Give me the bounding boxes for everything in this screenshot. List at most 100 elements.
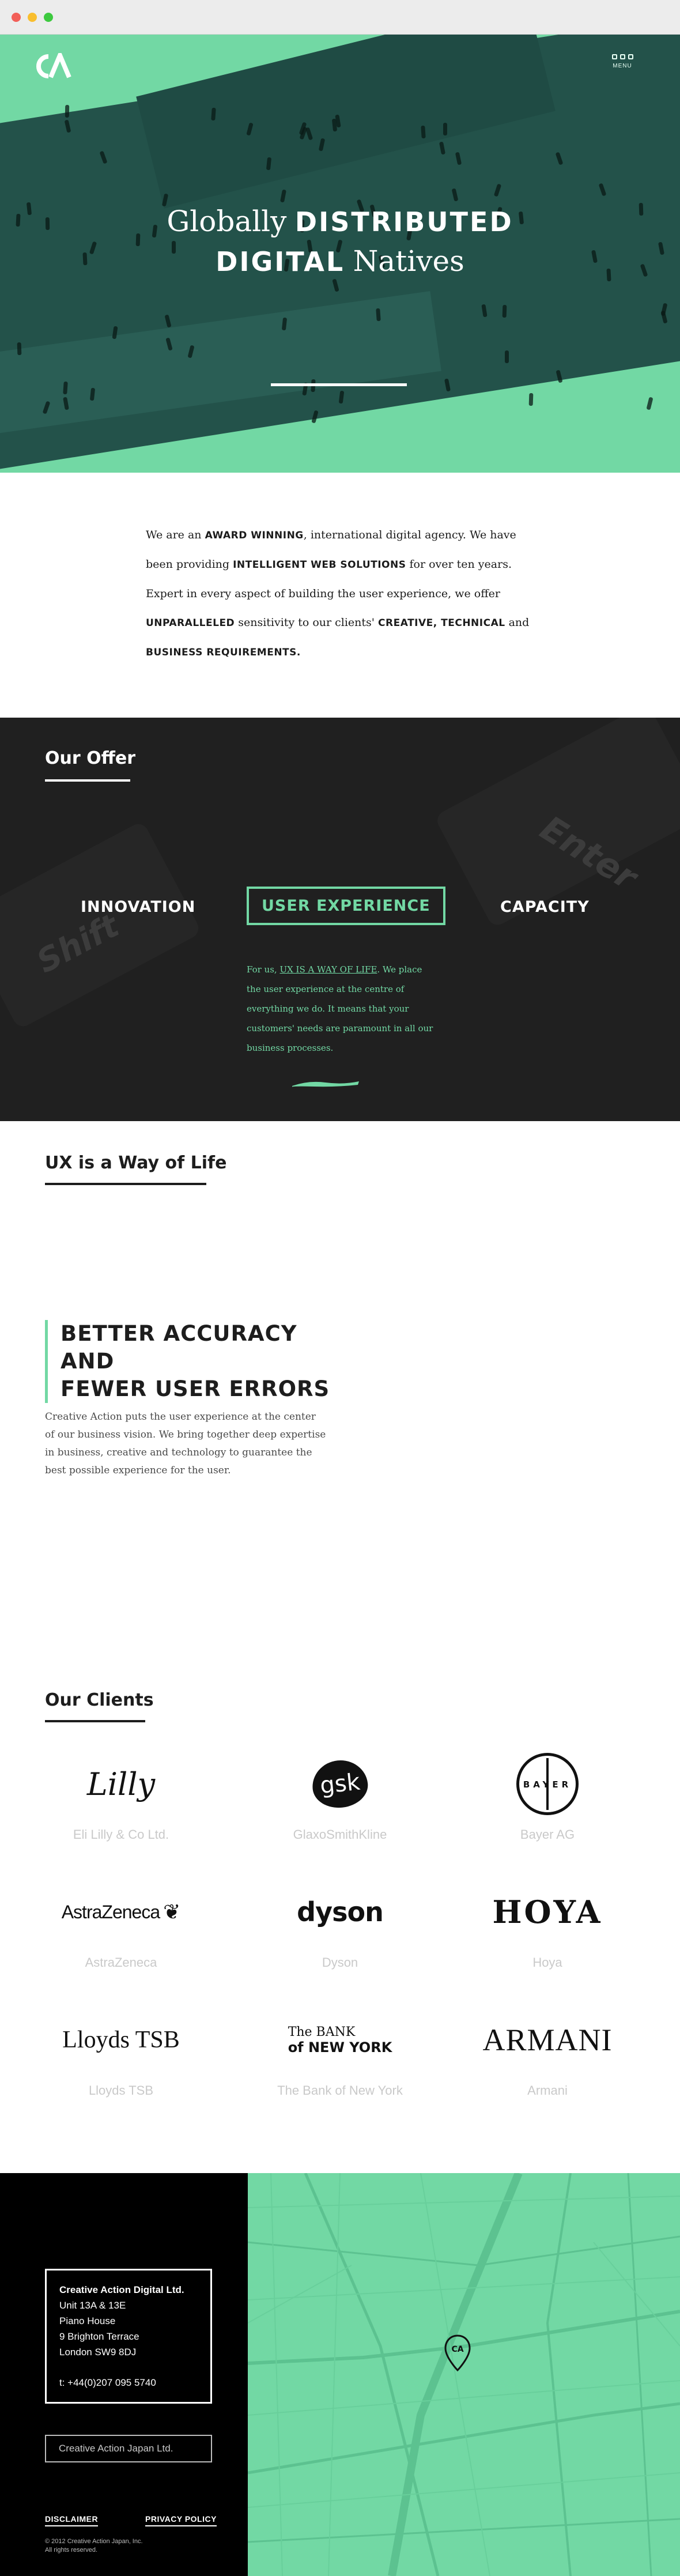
phone-number[interactable]: t: +44(0)207 095 5740	[59, 2375, 198, 2390]
intro-text: We are an	[146, 529, 205, 541]
bank-of-new-york-logo: The BANK of NEW YORK	[231, 2008, 449, 2072]
client-bayer: BAYER Bayer AG	[438, 1752, 657, 1842]
privacy-policy-link[interactable]: PRIVACY POLICY	[145, 2514, 217, 2526]
dyson-logo: dyson	[231, 1880, 449, 1944]
intro-highlight: AWARD WINNING	[205, 530, 304, 541]
ux-heading-block: BETTER ACCURACY AND FEWER USER ERRORS	[45, 1320, 345, 1403]
hero-title-word: DIGITAL	[216, 246, 345, 277]
intro-highlight: BUSINESS REQUIREMENTS.	[146, 647, 301, 658]
ux-heading-line: FEWER USER ERRORS	[61, 1376, 330, 1401]
ux-way-of-life-link[interactable]: UX IS A WAY OF LIFE	[279, 964, 377, 975]
client-name: Lloyds TSB	[88, 2083, 154, 2098]
astrazeneca-swirl-icon: ❦	[163, 1900, 181, 1923]
astrazeneca-logo-text: AstraZeneca	[61, 1901, 160, 1922]
clients-title: Our Clients	[45, 1690, 154, 1710]
close-window-icon[interactable]	[12, 13, 21, 22]
maximize-window-icon[interactable]	[44, 13, 53, 22]
crowd-figure	[421, 125, 426, 139]
armani-logo: ARMANI	[438, 2008, 657, 2072]
menu-icon	[610, 54, 635, 59]
offer-description: For us, UX IS A WAY OF LIFE. We place th…	[247, 960, 437, 1058]
intro-text: and	[505, 616, 530, 629]
hero-title: Globally DISTRIBUTED DIGITAL Natives	[0, 202, 680, 281]
ux-description: Creative Action puts the user experience…	[45, 1411, 326, 1476]
client-eli-lilly: Lilly Eli Lilly & Co Ltd.	[12, 1752, 231, 1842]
hero-title-word: DISTRIBUTED	[294, 206, 513, 237]
armani-logo-text: ARMANI	[482, 2023, 613, 2057]
address-line: London SW9 8DJ	[59, 2347, 137, 2358]
client-hoya: HOYA Hoya	[438, 1880, 657, 1970]
map-streets	[248, 2173, 680, 2576]
tab-innovation[interactable]: INNOVATION	[81, 898, 195, 916]
client-dyson: dyson Dyson	[231, 1880, 449, 1970]
client-lloyds-tsb: Lloyds TSB Lloyds TSB	[12, 2008, 231, 2098]
bank-of-new-york-logo-text: of NEW YORK	[288, 2039, 392, 2055]
ux-title-underline	[45, 1183, 206, 1185]
client-name: Bayer AG	[520, 1827, 575, 1842]
creative-action-logo[interactable]	[32, 53, 73, 80]
offer-description-text: . We place the user experience at the ce…	[247, 964, 433, 1053]
menu-button[interactable]: MENU	[610, 54, 635, 74]
eli-lilly-logo-text: Lilly	[86, 1766, 156, 1802]
client-name: Eli Lilly & Co Ltd.	[73, 1827, 169, 1842]
address-line: 9 Brighton Terrace	[59, 2331, 139, 2342]
intro-highlight: INTELLIGENT WEB SOLUTIONS	[233, 559, 406, 571]
disclaimer-link[interactable]: DISCLAIMER	[45, 2514, 99, 2526]
astrazeneca-logo: AstraZeneca ❦	[12, 1880, 231, 1944]
company-name: Creative Action Digital Ltd.	[59, 2284, 184, 2295]
client-name: Hoya	[532, 1955, 562, 1970]
crowd-figure	[528, 393, 534, 406]
offer-title: Our Offer	[45, 748, 136, 768]
copyright: © 2012 Creative Action Japan, Inc. All r…	[45, 2537, 218, 2555]
hoya-logo-text: HOYA	[492, 1894, 603, 1930]
tab-user-experience[interactable]: USER EXPERIENCE	[247, 887, 445, 925]
client-name: AstraZeneca	[85, 1955, 157, 1970]
hero-divider	[271, 383, 407, 386]
intro-highlight: CREATIVE, TECHNICAL	[378, 617, 505, 629]
client-name: The Bank of New York	[277, 2083, 403, 2098]
lloyds-tsb-logo-text: Lloyds TSB	[62, 2027, 180, 2053]
gsk-logo-text: gsk	[319, 1768, 361, 1800]
copyright-line: All rights reserved.	[45, 2547, 98, 2554]
address-line: Piano House	[59, 2315, 116, 2326]
ux-heading-line: BETTER ACCURACY AND	[61, 1321, 297, 1374]
map-pin-icon[interactable]: CA	[444, 2334, 471, 2371]
creative-action-japan-button[interactable]: Creative Action Japan Ltd.	[45, 2435, 212, 2462]
client-astrazeneca: AstraZeneca ❦ AstraZeneca	[12, 1880, 231, 1970]
intro-paragraph: We are an AWARD WINNING, international d…	[146, 521, 535, 667]
bayer-cross-icon	[546, 1758, 549, 1810]
office-map[interactable]: CA	[248, 2173, 680, 2576]
offer-title-underline	[45, 779, 130, 782]
address-card: Creative Action Digital Ltd. Unit 13A & …	[45, 2269, 212, 2404]
crowd-figure	[65, 104, 70, 118]
client-armani: ARMANI Armani	[438, 2008, 657, 2098]
tab-capacity[interactable]: CAPACITY	[500, 898, 590, 916]
brush-stroke-icon	[292, 1081, 359, 1087]
crowd-figure	[376, 308, 381, 322]
copyright-line: © 2012 Creative Action Japan, Inc.	[45, 2538, 143, 2545]
client-name: Armani	[527, 2083, 568, 2098]
crowd-figure	[502, 304, 507, 318]
intro-text: sensitivity to our clients'	[235, 616, 379, 629]
crowd-figure	[17, 342, 22, 356]
address-line: Unit 13A & 13E	[59, 2300, 126, 2311]
hoya-logo: HOYA	[438, 1880, 657, 1944]
client-name: GlaxoSmithKline	[293, 1827, 387, 1842]
browser-chrome	[0, 0, 680, 35]
crowd-figure	[646, 397, 653, 410]
crowd-figure	[505, 350, 509, 363]
gsk-logo: gsk	[231, 1752, 449, 1816]
menu-label: MENU	[613, 63, 632, 69]
client-gsk: gsk GlaxoSmithKline	[231, 1752, 449, 1842]
eli-lilly-logo: Lilly	[12, 1752, 231, 1816]
intro-highlight: UNPARALLELED	[146, 617, 235, 629]
bank-of-new-york-logo-text: The BANK	[288, 2025, 356, 2039]
minimize-window-icon[interactable]	[28, 13, 37, 22]
client-bank-of-new-york: The BANK of NEW YORK The Bank of New Yor…	[231, 2008, 449, 2098]
svg-text:CA: CA	[451, 2345, 463, 2354]
ux-section-title: UX is a Way of Life	[45, 1153, 227, 1173]
clients-title-underline	[45, 1720, 145, 1722]
bayer-logo: BAYER	[438, 1752, 657, 1816]
hero-title-word: Globally	[167, 205, 287, 238]
lloyds-tsb-logo: Lloyds TSB	[12, 2008, 231, 2072]
